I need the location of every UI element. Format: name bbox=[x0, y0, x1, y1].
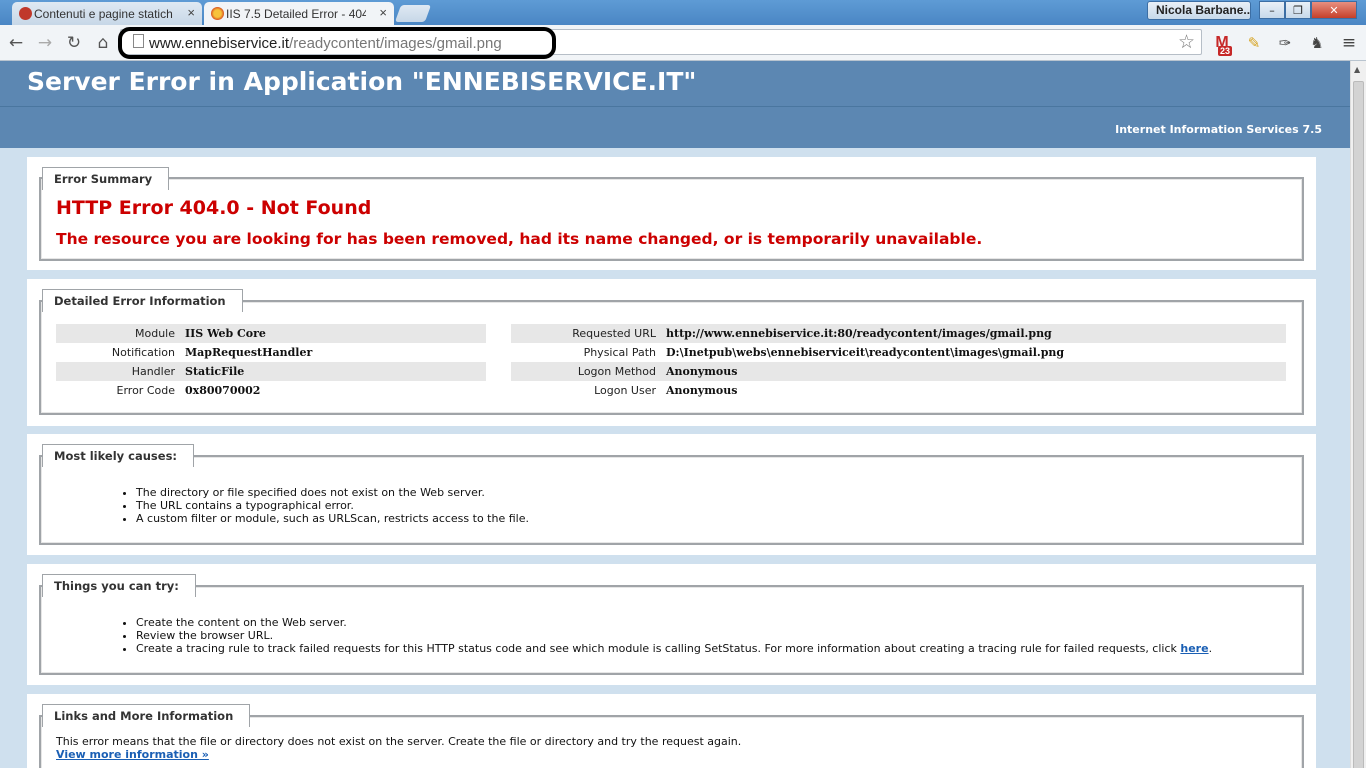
detailed-info-panel: Detailed Error Information Module IIS Web… bbox=[27, 279, 1316, 426]
detailed-info-legend: Detailed Error Information bbox=[42, 289, 243, 315]
info-key: Handler bbox=[56, 362, 182, 381]
new-tab-button[interactable] bbox=[394, 5, 432, 22]
table-row: Physical Path D:\Inetpub\webs\ennebiservi… bbox=[511, 343, 1286, 362]
info-value: http://www.ennebiservice.it:80/readycont… bbox=[663, 324, 1286, 343]
error-description: The resource you are looking for has bee… bbox=[56, 230, 983, 248]
info-key: Error Code bbox=[116, 384, 175, 397]
info-value: StaticFile bbox=[182, 362, 486, 381]
info-value: D:\Inetpub\webs\ennebiserviceit\readycon… bbox=[666, 346, 1065, 359]
list-item: The directory or file specified does not… bbox=[136, 486, 529, 499]
tab-iis-error[interactable]: IIS 7.5 Detailed Error - 404. × bbox=[204, 2, 394, 25]
causes-legend: Most likely causes: bbox=[42, 444, 195, 470]
info-value: Anonymous bbox=[666, 384, 738, 397]
table-row: Notification MapRequestHandler bbox=[56, 343, 486, 362]
list-item: The URL contains a typographical error. bbox=[136, 499, 529, 512]
star-icon[interactable]: ☆ bbox=[1178, 31, 1195, 53]
page-title: Server Error in Application "ENNEBISERVI… bbox=[27, 67, 697, 96]
gmail-unread-badge: 23 bbox=[1218, 46, 1233, 56]
back-icon[interactable]: ← bbox=[5, 32, 27, 54]
table-row: Logon User Anonymous bbox=[511, 381, 1286, 400]
view-more-link[interactable]: View more information » bbox=[56, 748, 209, 761]
causes-list: The directory or file specified does not… bbox=[136, 486, 529, 525]
menu-icon[interactable]: ≡ bbox=[1338, 32, 1360, 54]
link-suffix: . bbox=[1208, 642, 1213, 655]
info-value: 0x80070002 bbox=[185, 384, 261, 397]
notepad-icon[interactable]: ✎ bbox=[1243, 32, 1265, 54]
error-summary-box bbox=[39, 177, 1304, 261]
error-heading: HTTP Error 404.0 - Not Found bbox=[56, 197, 372, 219]
page-header: Server Error in Application "ENNEBISERVI… bbox=[0, 61, 1350, 106]
list-item: Create a tracing rule to track failed re… bbox=[136, 642, 1212, 655]
links-text: This error means that the file or direct… bbox=[56, 735, 742, 748]
list-item: A custom filter or module, such as URLSc… bbox=[136, 512, 529, 525]
table-row: Logon Method Anonymous bbox=[511, 362, 1286, 381]
info-value: IIS Web Core bbox=[182, 324, 486, 343]
tracing-help-link[interactable]: here bbox=[1180, 642, 1208, 655]
server-name: Internet Information Services 7.5 bbox=[1115, 123, 1322, 136]
minimize-button[interactable]: – bbox=[1259, 1, 1285, 19]
table-row: Error Code 0x80070002 bbox=[56, 381, 486, 400]
try-legend: Things you can try: bbox=[42, 574, 196, 600]
table-row: Handler StaticFile bbox=[56, 362, 486, 381]
scrollbar-thumb[interactable] bbox=[1353, 81, 1364, 768]
links-legend: Links and More Information bbox=[42, 704, 251, 730]
request-info-table: Requested URL http://www.ennebiservice.it… bbox=[511, 324, 1286, 400]
info-value: Anonymous bbox=[663, 362, 1286, 381]
url-highlight-annotation bbox=[118, 27, 556, 59]
tab-title: Contenuti e pagine statich bbox=[34, 6, 173, 21]
tab-title: IIS 7.5 Detailed Error - 404. bbox=[226, 6, 366, 21]
maximize-button[interactable]: ❐ bbox=[1285, 1, 1311, 19]
try-list: Create the content on the Web server. Re… bbox=[136, 616, 1212, 655]
scroll-up-icon[interactable]: ▲ bbox=[1354, 65, 1360, 74]
info-key: Physical Path bbox=[583, 346, 656, 359]
user-profile-button[interactable]: Nicola Barbane... bbox=[1147, 1, 1251, 20]
browser-toolbar: ← → ↻ ⌂ www.ennebiservice.it/readyconten… bbox=[0, 25, 1366, 61]
extension-icon[interactable]: ✑ bbox=[1274, 32, 1296, 54]
tab-contenuti[interactable]: Contenuti e pagine statich × bbox=[12, 2, 202, 25]
info-key: Logon Method bbox=[511, 362, 663, 381]
evernote-icon[interactable]: ♞ bbox=[1306, 32, 1328, 54]
error-summary-panel: Error Summary HTTP Error 404.0 - Not Fou… bbox=[27, 157, 1316, 270]
try-panel: Things you can try: Create the content o… bbox=[27, 564, 1316, 685]
strawberry-icon bbox=[19, 7, 32, 20]
reload-icon[interactable]: ↻ bbox=[63, 32, 85, 54]
list-item: Review the browser URL. bbox=[136, 629, 1212, 642]
close-window-button[interactable]: ✕ bbox=[1311, 1, 1357, 19]
info-key: Requested URL bbox=[511, 324, 663, 343]
title-bar: Contenuti e pagine statich × IIS 7.5 Det… bbox=[0, 0, 1366, 25]
table-row: Module IIS Web Core bbox=[56, 324, 486, 343]
info-key: Notification bbox=[111, 346, 175, 359]
links-panel: Links and More Information This error me… bbox=[27, 694, 1316, 768]
vertical-scrollbar[interactable]: ▲ bbox=[1350, 61, 1366, 768]
info-value: MapRequestHandler bbox=[185, 346, 313, 359]
tracing-rule-text: Create a tracing rule to track failed re… bbox=[136, 642, 1177, 655]
forward-icon[interactable]: → bbox=[34, 32, 56, 54]
tab-close-icon[interactable]: × bbox=[379, 5, 387, 20]
info-key: Module bbox=[56, 324, 182, 343]
tab-close-icon[interactable]: × bbox=[187, 5, 195, 20]
home-icon[interactable]: ⌂ bbox=[92, 32, 114, 54]
list-item: Create the content on the Web server. bbox=[136, 616, 1212, 629]
server-bar: Internet Information Services 7.5 bbox=[0, 106, 1350, 148]
iis-icon bbox=[211, 7, 224, 20]
module-info-table: Module IIS Web Core Notification MapReques… bbox=[56, 324, 486, 400]
table-row: Requested URL http://www.ennebiservice.it… bbox=[511, 324, 1286, 343]
info-key: Logon User bbox=[594, 384, 656, 397]
window-controls: – ❐ ✕ bbox=[1259, 1, 1357, 19]
causes-panel: Most likely causes: The directory or fil… bbox=[27, 434, 1316, 555]
error-summary-legend: Error Summary bbox=[42, 167, 170, 193]
